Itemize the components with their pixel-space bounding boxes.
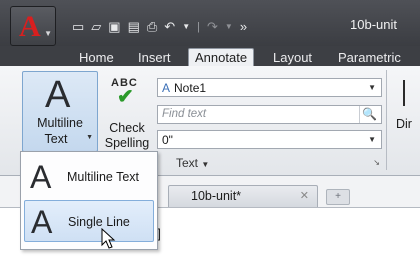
save-as-icon[interactable]: ▤: [128, 20, 140, 34]
tab-parametric[interactable]: Parametric: [338, 49, 401, 66]
mouse-pointer-icon: [101, 228, 116, 249]
menu-item-multiline-text[interactable]: A Multiline Text: [24, 156, 154, 198]
close-icon[interactable]: ✕: [300, 189, 309, 202]
dimension-button-label[interactable]: Dir: [396, 117, 412, 131]
text-panel-label: Text: [176, 156, 199, 170]
multiline-text-label-1: Multiline: [37, 116, 83, 130]
text-type-menu: A Multiline Text A Single Line: [20, 151, 158, 250]
menu-item-label: Single Line: [68, 215, 130, 229]
more-icon[interactable]: »: [240, 20, 247, 34]
tab-annotate[interactable]: Annotate: [188, 48, 255, 66]
text-style-select[interactable]: A Note1 ▼: [157, 78, 382, 97]
open-icon[interactable]: ▱: [91, 20, 101, 34]
chevron-down-icon: ▼: [44, 29, 52, 38]
checkmark-icon: ✔: [117, 86, 134, 108]
text-height-select[interactable]: 0" ▼: [157, 130, 382, 149]
file-tab[interactable]: 10b-unit* ✕: [168, 185, 318, 207]
single-line-text-icon: A: [31, 204, 53, 240]
undo-dropdown-icon[interactable]: ▼: [182, 20, 190, 34]
check-spelling-label-2: Spelling: [104, 136, 150, 150]
chevron-down-icon: ▼: [201, 160, 210, 169]
multiline-text-button[interactable]: A Multiline Text ▼: [22, 71, 98, 152]
text-icon: A: [45, 74, 71, 116]
plot-icon[interactable]: ⎙: [147, 20, 157, 34]
find-replace-icon[interactable]: 🔍: [359, 106, 379, 123]
panel-divider: [386, 70, 387, 170]
title-bar: A ▼ ▭ ▱ ▣ ▤ ⎙ ↶ ▼ | ↷ ▼ » 10b-unit: [0, 0, 420, 46]
multiline-text-label-2: Text: [44, 132, 68, 146]
redo-dropdown-icon[interactable]: ▼: [225, 20, 233, 34]
redo-icon[interactable]: ↷: [207, 20, 218, 34]
tab-layout[interactable]: Layout: [273, 49, 312, 66]
ribbon-tab-bar: Home Insert Annotate Layout Parametric: [0, 46, 420, 66]
find-text-input[interactable]: Find text 🔍: [157, 105, 382, 124]
tab-home[interactable]: Home: [79, 49, 114, 66]
plus-icon: +: [335, 191, 341, 202]
autocad-logo-icon: A: [19, 10, 41, 43]
document-title: 10b-unit: [350, 17, 397, 32]
check-spelling-label-1: Check: [109, 121, 145, 135]
check-spelling-button[interactable]: ABC ✔ Check Spelling: [103, 71, 153, 152]
save-icon[interactable]: ▣: [108, 20, 120, 34]
chevron-down-icon[interactable]: ▼: [86, 134, 93, 141]
chevron-down-icon[interactable]: ▼: [368, 135, 376, 144]
file-tab-name: 10b-unit*: [191, 189, 242, 203]
application-menu-button[interactable]: A ▼: [10, 6, 56, 46]
tab-insert[interactable]: Insert: [138, 49, 171, 66]
chevron-down-icon[interactable]: ▼: [368, 83, 376, 92]
new-tab-button[interactable]: +: [326, 189, 350, 205]
find-text-placeholder: Find text: [162, 108, 207, 120]
new-icon[interactable]: ▭: [72, 20, 84, 34]
text-height-value: 0": [162, 133, 173, 147]
menu-item-label: Multiline Text: [67, 170, 140, 184]
text-style-icon: A: [162, 81, 171, 95]
text-panel-title-bar[interactable]: Text ▼ ↘: [156, 154, 384, 172]
dimension-icon[interactable]: [403, 80, 405, 106]
dialog-launcher-icon[interactable]: ↘: [373, 158, 380, 167]
quick-access-toolbar: ▭ ▱ ▣ ▤ ⎙ ↶ ▼ | ↷ ▼ »: [72, 20, 247, 34]
undo-icon[interactable]: ↶: [164, 20, 175, 34]
multiline-text-icon: A: [30, 159, 52, 195]
text-style-value: Note1: [174, 81, 207, 95]
separator: |: [197, 21, 200, 33]
menu-item-single-line[interactable]: A Single Line: [24, 200, 154, 242]
